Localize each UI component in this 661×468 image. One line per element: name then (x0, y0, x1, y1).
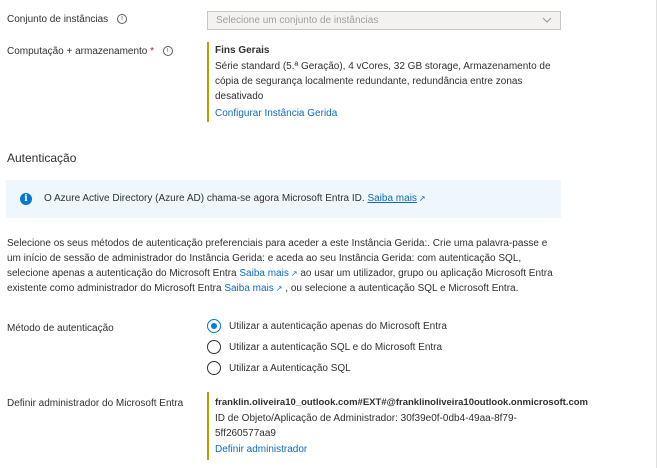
banner-learn-more-link[interactable]: Saiba mais (367, 193, 416, 204)
banner-message: O Azure Active Directory (Azure AD) cham… (44, 193, 365, 204)
info-icon[interactable]: i (116, 14, 127, 25)
instance-pool-placeholder: Selecione um conjunto de instâncias (216, 15, 379, 26)
radio-label: Utilizar a autenticação apenas do Micros… (229, 320, 447, 332)
external-link-icon: ↗ (418, 194, 426, 203)
desc-learn-more-link-1[interactable]: Saiba mais (239, 268, 288, 279)
admin-name: franklin.oliveira10_outlook.com#EXT#@fra… (215, 397, 588, 408)
admin-label: Definir administrador do Microsoft Entra (7, 398, 184, 409)
instance-pool-label-row: Conjunto de instâncias i (7, 14, 127, 25)
chevron-down-icon (542, 17, 552, 23)
admin-id: ID de Objeto/Aplicação de Administrador:… (215, 413, 517, 439)
radio-option-sql-only[interactable]: Utilizar a Autenticação SQL (207, 360, 351, 376)
external-link-icon: ↗ (290, 269, 298, 278)
radio-option-sql-and-entra[interactable]: Utilizar a autenticação SQL e do Microso… (207, 339, 442, 355)
admin-accent-line (207, 392, 209, 460)
info-filled-icon: i (20, 193, 32, 205)
instance-pool-select[interactable]: Selecione um conjunto de instâncias (207, 11, 561, 30)
desc-learn-more-link-2[interactable]: Saiba mais (224, 283, 273, 294)
radio-sql-only[interactable] (207, 361, 221, 375)
auth-method-label: Método de autenticação (7, 323, 114, 334)
compute-summary: Fins Gerais Série standard (5.ª Geração)… (215, 45, 560, 119)
radio-label: Utilizar a Autenticação SQL (229, 362, 351, 374)
admin-summary: franklin.oliveira10_outlook.com#EXT#@fra… (215, 397, 635, 455)
radio-label: Utilizar a autenticação SQL e do Microso… (229, 341, 443, 353)
compute-accent-line (207, 42, 209, 122)
compute-label: Computação + armazenamento (7, 46, 148, 57)
radio-entra-only[interactable] (207, 319, 221, 333)
desc-part3: , ou selecione a autenticação SQL e Micr… (285, 283, 519, 294)
banner-text: O Azure Active Directory (Azure AD) cham… (44, 193, 426, 204)
required-mark: * (150, 46, 155, 57)
configure-instance-link[interactable]: Configurar Instância Gerida (215, 108, 560, 119)
auth-description: Selecione os seus métodos de autenticaçã… (7, 236, 562, 296)
compute-details: Série standard (5.ª Geração), 4 vCores, … (215, 61, 551, 102)
compute-label-row: Computação + armazenamento * i (7, 46, 173, 57)
instance-pool-label: Conjunto de instâncias (7, 14, 109, 25)
radio-sql-and-entra[interactable] (207, 340, 221, 354)
section-title: Autenticação (7, 151, 77, 165)
set-admin-link[interactable]: Definir administrador (215, 444, 635, 455)
radio-option-entra-only[interactable]: Utilizar a autenticação apenas do Micros… (207, 318, 447, 334)
panel-edge (656, 0, 657, 468)
info-icon[interactable]: i (162, 46, 173, 57)
compute-tier: Fins Gerais (215, 45, 270, 56)
external-link-icon: ↗ (275, 284, 283, 293)
info-banner: i O Azure Active Directory (Azure AD) ch… (6, 180, 561, 218)
